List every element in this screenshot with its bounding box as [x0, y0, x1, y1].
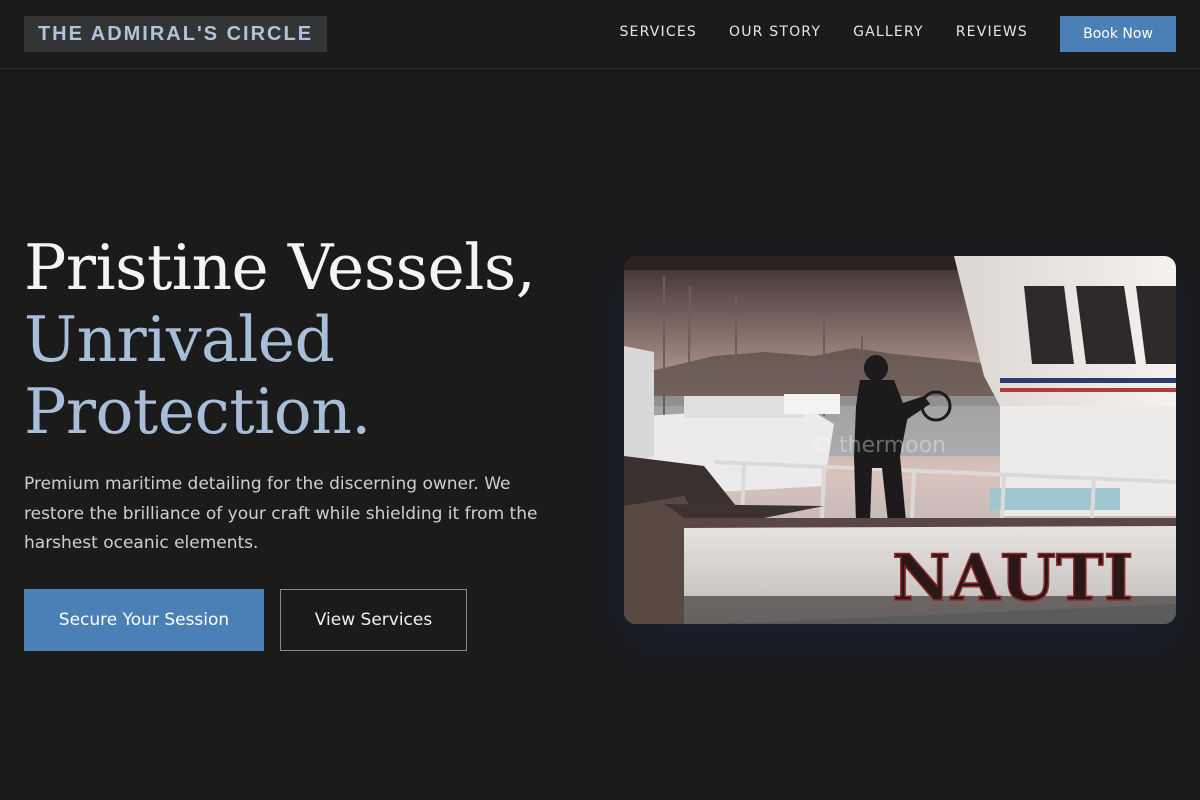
- hero-description: Premium maritime detailing for the disce…: [24, 474, 538, 553]
- image-watermark-text: © thermoon: [810, 433, 946, 458]
- brand-logo[interactable]: THE ADMIRAL'S CIRCLE: [24, 16, 327, 52]
- boat-name-text: NAUTI: [892, 541, 1134, 616]
- book-now-button[interactable]: Book Now: [1060, 16, 1176, 52]
- nav-links: SERVICES OUR STORY GALLERY REVIEWS: [619, 24, 1028, 40]
- view-services-button[interactable]: View Services: [280, 589, 467, 651]
- nav-link-gallery[interactable]: GALLERY: [853, 24, 924, 40]
- hero-title-line-2: Unrivaled: [24, 303, 335, 376]
- secure-session-button[interactable]: Secure Your Session: [24, 589, 264, 651]
- hero-boat-image: NAUTI © thermoon: [624, 256, 1176, 624]
- nav-link-services[interactable]: SERVICES: [619, 24, 697, 40]
- nav-link-our-story[interactable]: OUR STORY: [729, 24, 821, 40]
- hero-title: Pristine Vessels, Unrivaled Protection.: [24, 232, 584, 448]
- hero-title-line-1: Pristine Vessels,: [24, 231, 536, 304]
- hero-title-line-3: Protection.: [24, 375, 371, 448]
- nav-link-reviews[interactable]: REVIEWS: [956, 24, 1028, 40]
- top-navigation: THE ADMIRAL'S CIRCLE SERVICES OUR STORY …: [0, 0, 1200, 69]
